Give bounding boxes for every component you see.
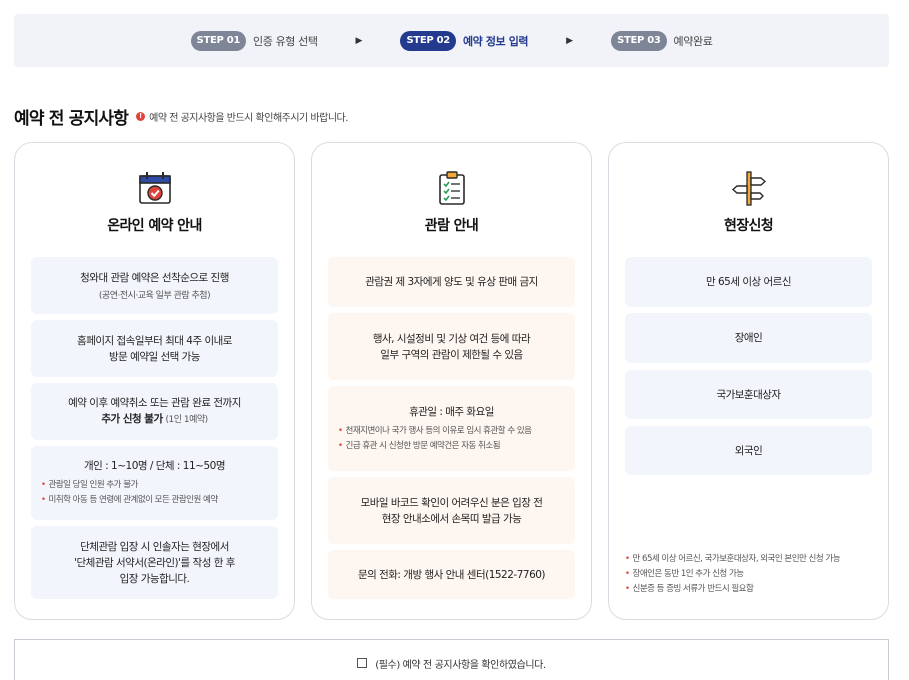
info-box: 문의 전화: 개방 행사 안내 센터(1522-7760) <box>328 550 575 599</box>
bullet-list: • 천재지변이나 국가 행사 등의 이유로 임시 휴관할 수 있음 • 긴급 휴관 … <box>338 424 565 454</box>
info-text: 현장 안내소에서 손목띠 발급 가능 <box>381 512 522 525</box>
info-text: 문의 전화: 개방 행사 안내 센터(1522-7760) <box>357 568 546 581</box>
alert-icon: ! <box>136 112 146 121</box>
agree-label[interactable]: (필수) 예약 전 공지사항을 확인하였습니다. <box>375 656 546 680</box>
notice-hint-text: 예약 전 공지사항을 반드시 확인해주시기 바랍니다. <box>149 113 348 124</box>
onsite-application-card: 현장신청 만 65세 이상 어르신 장애인 국가보훈대상자 외국인 • 만 65세… <box>608 142 889 620</box>
step-3-label: 예약완료 <box>673 34 713 48</box>
bullet-dot-icon: • <box>338 440 343 451</box>
onsite-notes: • 만 65세 이상 어르신, 국가보훈대상자, 외국인 본인만 신청 가능 • 장… <box>625 552 841 597</box>
step-2-badge: STEP 02 <box>400 30 456 51</box>
info-text: 방문 예약일 선택 가능 <box>109 350 200 363</box>
info-text: '단체관람 서약서(온라인)'를 작성 한 후 <box>74 556 235 569</box>
bullet-item: • 신분증 등 증빙 서류가 반드시 필요함 <box>625 584 754 594</box>
bullet-dot-icon: • <box>41 495 46 505</box>
info-text: 단체관람 입장 시 인솔자는 현장에서 <box>80 540 229 553</box>
calendar-check-icon <box>138 172 171 204</box>
info-text: 예약 이후 예약취소 또는 관람 완료 전까지 <box>68 397 241 409</box>
agree-checkbox[interactable] <box>357 658 368 668</box>
bullet-item: • 장애인은 동반 1인 추가 신청 가능 <box>625 569 744 579</box>
info-box: 행사, 시설정비 및 기상 여건 등에 따라 일부 구역의 관람이 제한될 수 … <box>328 313 575 380</box>
bullet-list: • 관람일 당일 인원 추가 불가 • 미취학 아동 등 연령에 관계없이 모든 관… <box>41 478 268 508</box>
step-1-badge: STEP 01 <box>190 30 247 51</box>
step-arrow-icon: ▶ <box>355 35 363 46</box>
bullet-item: • 미취학 아동 등 연령에 관계없이 모든 관람인원 예약 <box>41 495 218 505</box>
info-text: 일부 구역의 관람이 제한될 수 있음 <box>380 348 523 361</box>
step-1: STEP 01 인증 유형 선택 <box>190 30 318 51</box>
eligible-group-box: 장애인 <box>625 313 872 363</box>
card-title: 현장신청 <box>723 218 774 234</box>
step-3-badge: STEP 03 <box>611 30 667 51</box>
signpost-icon <box>731 171 766 206</box>
bullet-dot-icon: • <box>338 425 343 436</box>
info-text: 추가 신청 불가 (1인 1예약) <box>101 411 208 428</box>
info-subtext: (1인 1예약) <box>165 415 208 425</box>
info-text: 휴관일 : 매주 화요일 <box>409 405 494 418</box>
bullet-dot-icon: • <box>41 480 46 490</box>
bullet-item: • 천재지변이나 국가 행사 등의 이유로 임시 휴관할 수 있음 <box>338 425 532 436</box>
eligible-group-text: 국가보훈대상자 <box>716 388 781 401</box>
bullet-dot-icon: • <box>625 569 630 579</box>
card-title: 관람 안내 <box>424 218 479 234</box>
info-box: 홈페이지 접속일부터 최대 4주 이내로 방문 예약일 선택 가능 <box>31 320 278 377</box>
info-subtext: (공연·전시·교육 일부 관람 추첨) <box>98 291 211 301</box>
info-text: 행사, 시설정비 및 기상 여건 등에 따라 <box>372 332 531 345</box>
clipboard-checklist-icon <box>438 171 465 205</box>
step-2-label: 예약 정보 입력 <box>462 34 529 48</box>
notice-section-header: 예약 전 공지사항 ! 예약 전 공지사항을 반드시 확인해주시기 바랍니다. <box>14 104 348 129</box>
eligible-group-box: 만 65세 이상 어르신 <box>625 257 872 307</box>
info-box: 휴관일 : 매주 화요일 • 천재지변이나 국가 행사 등의 이유로 임시 휴관할… <box>328 386 575 471</box>
info-text: 입장 가능합니다. <box>119 572 190 585</box>
eligible-group-box: 외국인 <box>625 426 872 475</box>
viewing-guide-card: 관람 안내 관람권 제 3자에게 양도 및 유상 판매 금지 행사, 시설정비 … <box>311 142 592 620</box>
step-3: STEP 03 예약완료 <box>611 30 713 51</box>
agreement-panel: (필수) 예약 전 공지사항을 확인하였습니다. <box>14 639 889 680</box>
eligible-group-text: 외국인 <box>734 444 763 457</box>
info-box: 관람권 제 3자에게 양도 및 유상 판매 금지 <box>328 257 575 307</box>
notice-hint: ! 예약 전 공지사항을 반드시 확인해주시기 바랍니다. <box>136 109 348 124</box>
info-box: 모바일 바코드 확인이 어려우신 분은 입장 전 현장 안내소에서 손목띠 발급… <box>328 477 575 544</box>
info-box: 예약 이후 예약취소 또는 관람 완료 전까지 추가 신청 불가 (1인 1예약… <box>31 383 278 440</box>
eligible-group-text: 만 65세 이상 어르신 <box>706 276 792 288</box>
step-indicator: STEP 01 인증 유형 선택 ▶ STEP 02 예약 정보 입력 ▶ ST… <box>14 14 889 67</box>
info-text: 관람권 제 3자에게 양도 및 유상 판매 금지 <box>365 276 538 288</box>
bullet-item: • 관람일 당일 인원 추가 불가 <box>41 480 138 490</box>
online-reservation-card: 온라인 예약 안내 청와대 관람 예약은 선착순으로 진행 (공연·전시·교육 … <box>14 142 295 620</box>
eligible-group-text: 장애인 <box>734 332 763 344</box>
info-box: 개인 : 1~10명 / 단체 : 11~50명 • 관람일 당일 인원 추가 불… <box>31 446 278 520</box>
info-box: 단체관람 입장 시 인솔자는 현장에서 '단체관람 서약서(온라인)'를 작성 … <box>31 526 278 599</box>
bullet-item: • 긴급 휴관 시 신청한 방문 예약건은 자동 취소됨 <box>338 440 501 451</box>
bullet-dot-icon: • <box>625 584 630 594</box>
bullet-item: • 만 65세 이상 어르신, 국가보훈대상자, 외국인 본인만 신청 가능 <box>625 554 841 564</box>
info-text: 홈페이지 접속일부터 최대 4주 이내로 <box>77 334 232 347</box>
info-text: 모바일 바코드 확인이 어려우신 분은 입장 전 <box>360 496 543 509</box>
info-bold-text: 추가 신청 불가 <box>101 413 163 425</box>
card-title: 온라인 예약 안내 <box>107 218 202 234</box>
step-arrow-icon: ▶ <box>566 35 574 46</box>
section-title: 예약 전 공지사항 <box>14 109 129 129</box>
step-2: STEP 02 예약 정보 입력 <box>400 30 529 51</box>
info-text: 개인 : 1~10명 / 단체 : 11~50명 <box>84 460 225 472</box>
info-text: 청와대 관람 예약은 선착순으로 진행 <box>80 272 229 284</box>
eligible-group-box: 국가보훈대상자 <box>625 370 872 419</box>
step-1-label: 인증 유형 선택 <box>253 34 318 48</box>
bullet-dot-icon: • <box>625 554 630 564</box>
info-box: 청와대 관람 예약은 선착순으로 진행 (공연·전시·교육 일부 관람 추첨) <box>31 257 278 314</box>
